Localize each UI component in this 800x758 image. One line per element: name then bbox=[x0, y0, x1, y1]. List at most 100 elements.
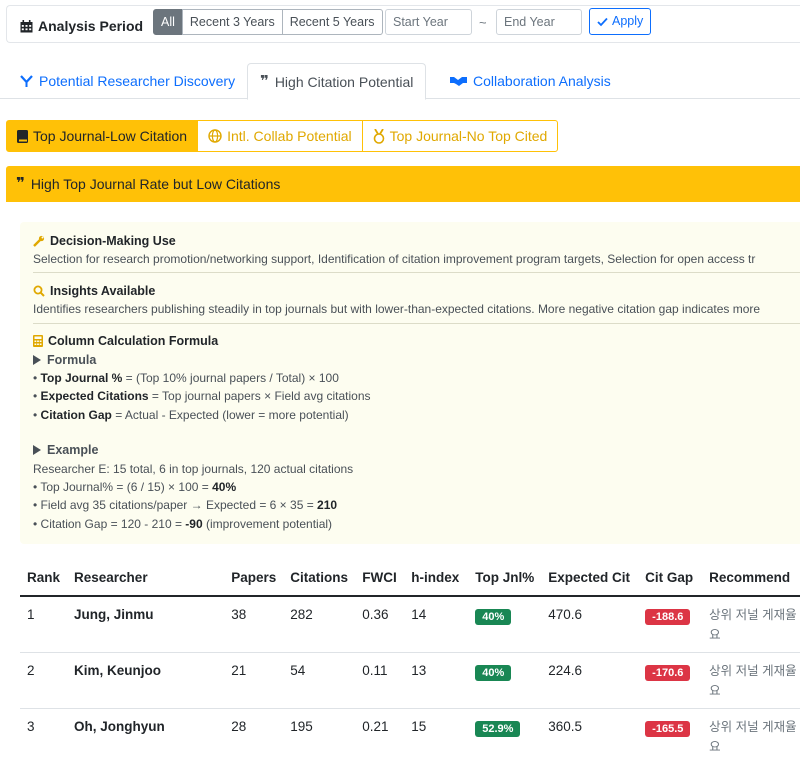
cell-papers: 28 bbox=[224, 708, 284, 758]
cell-top-jnl: 40% bbox=[468, 596, 542, 653]
divider bbox=[33, 323, 800, 324]
medal-icon bbox=[373, 128, 384, 144]
insights-title: Insights Available bbox=[50, 284, 156, 298]
cell-fwci: 0.11 bbox=[355, 652, 405, 709]
cit-gap-badge: -188.6 bbox=[645, 609, 691, 625]
cell-cit-gap: -188.6 bbox=[638, 596, 703, 653]
end-year-input[interactable]: End Year bbox=[496, 9, 582, 35]
table-row[interactable]: 1 Jung, Jinmu 38 282 0.36 14 40% 470.6 -… bbox=[20, 596, 800, 653]
col-header-top-jnl[interactable]: Top Jnl% bbox=[468, 560, 542, 597]
apply-label: Apply bbox=[612, 14, 644, 28]
tab-collaboration-analysis[interactable]: Collaboration Analysis bbox=[438, 63, 623, 99]
period-recent-3-button[interactable]: Recent 3 Years bbox=[181, 9, 283, 35]
formula-def: = Actual - Expected (lower = more potent… bbox=[111, 407, 349, 422]
period-all-button[interactable]: All bbox=[153, 9, 183, 35]
quote-icon: ❞ bbox=[260, 72, 269, 90]
subtab-top-journal-low-citation[interactable]: Top Journal-Low Citation bbox=[6, 120, 199, 152]
calculator-icon bbox=[33, 335, 43, 347]
example-line: • Citation Gap = 120 - 210 = -90 (improv… bbox=[33, 515, 800, 533]
col-header-cit-gap[interactable]: Cit Gap bbox=[638, 560, 703, 597]
cell-rank: 3 bbox=[20, 708, 68, 758]
formula-line: • Expected Citations = Top journal paper… bbox=[33, 389, 371, 404]
subtab-label: Top Journal-Low Citation bbox=[33, 128, 188, 144]
formula-title: Column Calculation Formula bbox=[48, 334, 219, 348]
quote-icon: ❞ bbox=[16, 175, 25, 192]
example-subheading: Example bbox=[33, 441, 800, 460]
formula-def: = Top journal papers × Field avg citatio… bbox=[148, 389, 371, 404]
example-value: -90 bbox=[185, 516, 203, 531]
info-box: Decision-Making Use Selection for resear… bbox=[20, 222, 800, 544]
calendar-icon bbox=[20, 19, 33, 32]
check-icon bbox=[597, 17, 608, 26]
cell-papers: 21 bbox=[224, 652, 284, 709]
researcher-table: Rank Researcher Papers Citations FWCI h-… bbox=[20, 560, 800, 758]
tab-high-citation-potential[interactable]: ❞ High Citation Potential bbox=[247, 63, 427, 100]
main-tabs: Potential Researcher Discovery ❞ High Ci… bbox=[0, 63, 800, 100]
cell-recommend: 상위 저널 게재율 요 bbox=[702, 708, 800, 758]
funnel-icon bbox=[20, 74, 33, 87]
formula-term: Expected Citations bbox=[40, 389, 149, 404]
insights-text: Identifies researchers publishing steadi… bbox=[33, 302, 761, 316]
subtab-intl-collab-potential[interactable]: Intl. Collab Potential bbox=[197, 120, 363, 152]
decision-title: Decision-Making Use bbox=[50, 234, 176, 248]
cell-rank: 1 bbox=[20, 596, 68, 653]
divider bbox=[33, 272, 800, 273]
year-separator: ~ bbox=[479, 15, 487, 30]
example-text: • Citation Gap = 120 - 210 = bbox=[33, 516, 186, 531]
formula-subheading: Formula bbox=[33, 350, 800, 369]
insights-section: Insights Available Identifies researcher… bbox=[33, 282, 800, 318]
caret-right-icon bbox=[33, 445, 41, 456]
globe-icon bbox=[208, 129, 222, 143]
col-header-citations[interactable]: Citations bbox=[283, 560, 356, 597]
cell-cit-gap: -165.5 bbox=[638, 708, 703, 758]
example-value: 210 bbox=[317, 498, 338, 513]
top-jnl-badge: 52.9% bbox=[475, 720, 521, 737]
col-header-papers[interactable]: Papers bbox=[224, 560, 284, 597]
cell-top-jnl: 40% bbox=[468, 652, 542, 709]
col-header-rank[interactable]: Rank bbox=[20, 560, 68, 597]
period-recent-5-button[interactable]: Recent 5 Years bbox=[281, 9, 383, 35]
col-header-h-index[interactable]: h-index bbox=[404, 560, 469, 597]
table-row[interactable]: 2 Kim, Keunjoo 21 54 0.11 13 40% 224.6 -… bbox=[20, 652, 800, 709]
tab-potential-researcher-discovery[interactable]: Potential Researcher Discovery bbox=[8, 63, 247, 99]
col-header-recommend[interactable]: Recommend bbox=[702, 560, 800, 597]
col-header-fwci[interactable]: FWCI bbox=[355, 560, 405, 597]
cit-gap-badge: -170.6 bbox=[645, 664, 691, 681]
formula-term: Citation Gap bbox=[40, 407, 112, 422]
subtab-label: Intl. Collab Potential bbox=[227, 128, 352, 144]
example-text: (improvement potential) bbox=[202, 516, 333, 531]
cell-citations: 54 bbox=[283, 652, 356, 709]
decision-heading: Decision-Making Use bbox=[33, 232, 800, 250]
table-header-row: Rank Researcher Papers Citations FWCI h-… bbox=[20, 560, 800, 597]
start-year-input[interactable]: Start Year bbox=[385, 9, 472, 35]
formula-line: • Citation Gap = Actual - Expected (lowe… bbox=[33, 407, 349, 422]
card-header: ❞ High Top Journal Rate but Low Citation… bbox=[6, 166, 800, 202]
example-text: • Top Journal% = (6 / 15) × 100 = bbox=[33, 480, 213, 495]
formula-def: = (Top 10% journal papers / Total) × 100 bbox=[122, 371, 339, 385]
example-line: • Top Journal% = (6 / 15) × 100 = 40% bbox=[33, 478, 800, 496]
period-title-text: Analysis Period bbox=[38, 18, 144, 34]
cell-expected-cit: 360.5 bbox=[541, 708, 639, 758]
cell-rank: 2 bbox=[20, 652, 68, 709]
formula-line: • Top Journal % = (Top 10% journal paper… bbox=[33, 371, 339, 385]
handshake-icon bbox=[450, 77, 467, 86]
example-value: 40% bbox=[212, 480, 237, 495]
cell-recommend: 상위 저널 게재율 요 bbox=[702, 596, 800, 653]
formula-head: Formula bbox=[47, 352, 97, 367]
wrench-icon bbox=[33, 235, 45, 247]
search-icon bbox=[33, 285, 45, 297]
cell-expected-cit: 224.6 bbox=[541, 652, 639, 709]
insights-heading: Insights Available bbox=[33, 282, 800, 300]
cell-cit-gap: -170.6 bbox=[638, 652, 703, 709]
decision-text: Selection for research promotion/network… bbox=[33, 252, 756, 266]
top-jnl-badge: 40% bbox=[475, 609, 512, 625]
col-header-researcher[interactable]: Researcher bbox=[67, 560, 225, 597]
col-header-expected-cit[interactable]: Expected Cit bbox=[541, 560, 639, 597]
period-title: Analysis Period bbox=[20, 18, 143, 34]
table-row[interactable]: 3 Oh, Jonghyun 28 195 0.21 15 52.9% 360.… bbox=[20, 708, 800, 758]
apply-button[interactable]: Apply bbox=[589, 8, 652, 35]
subtab-top-journal-no-top-cited[interactable]: Top Journal-No Top Cited bbox=[361, 120, 559, 152]
example-line: • Field avg 35 citations/paper → Expecte… bbox=[33, 496, 800, 514]
top-jnl-badge: 40% bbox=[475, 664, 512, 681]
analysis-period-bar: Analysis Period All Recent 3 Years Recen… bbox=[6, 5, 800, 43]
